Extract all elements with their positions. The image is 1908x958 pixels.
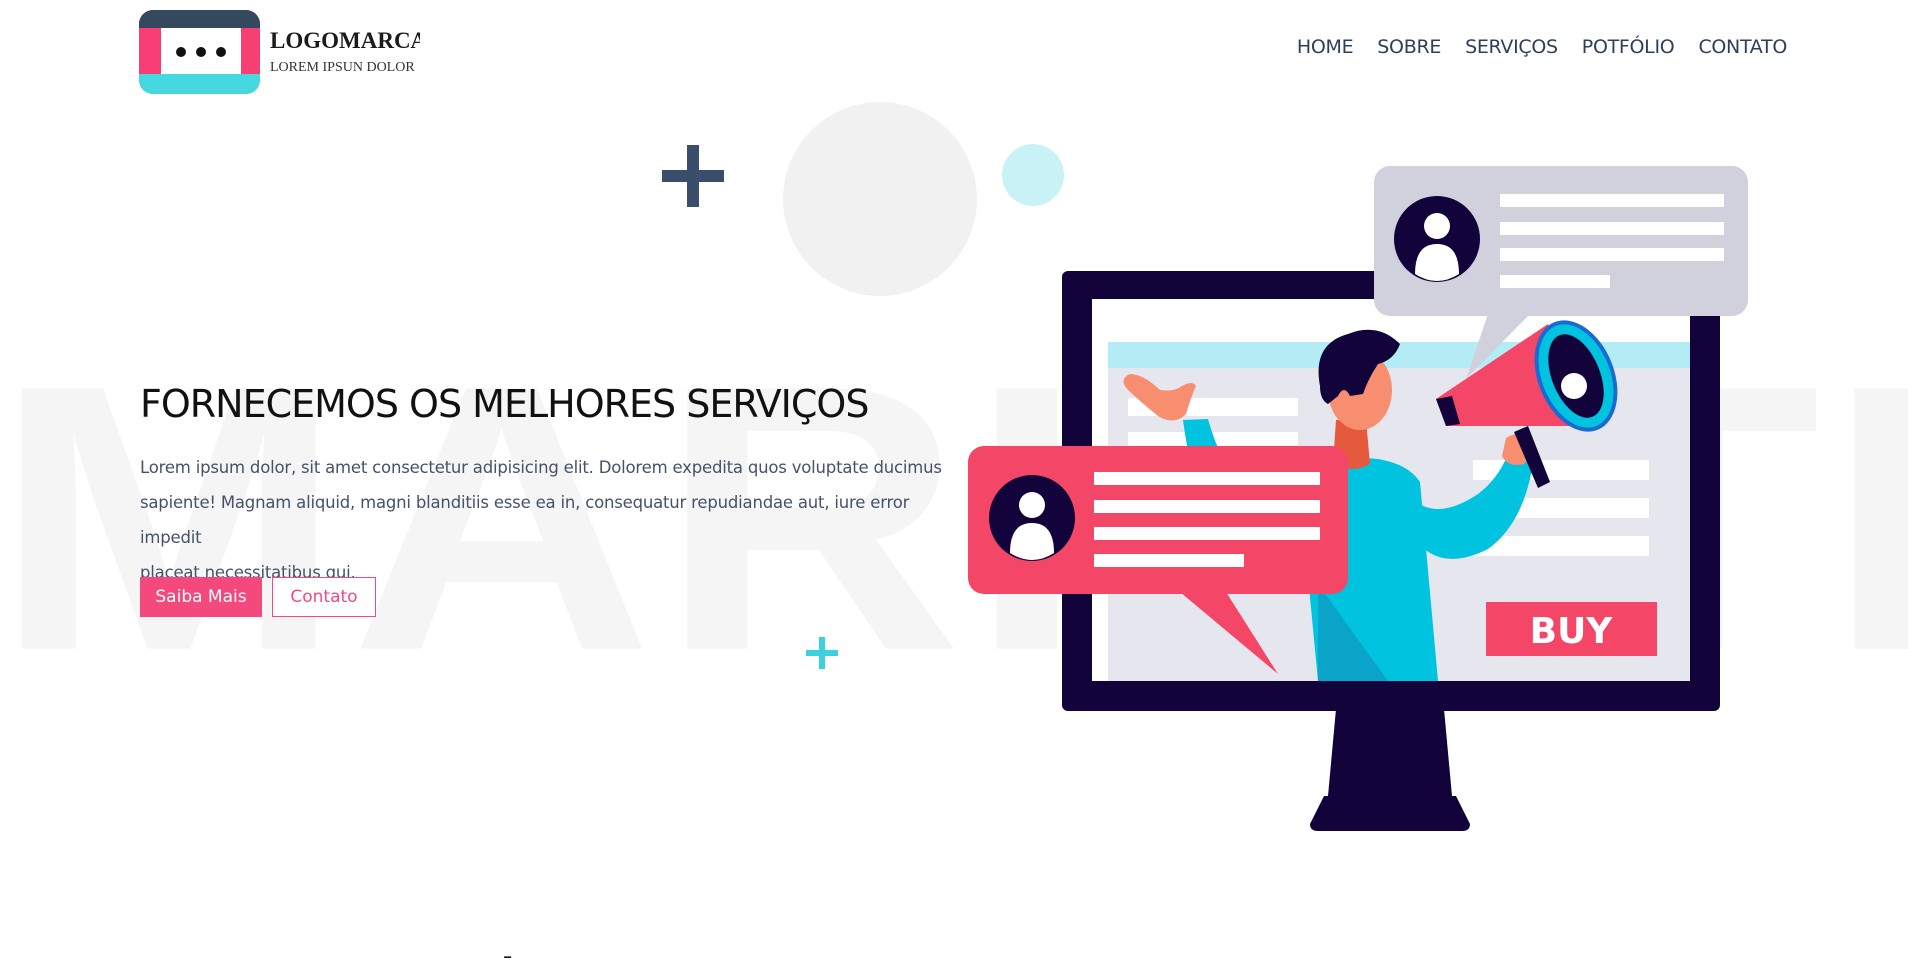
next-section-heading-partial: · bbox=[500, 938, 515, 958]
nav-item-sobre[interactable]: SOBRE bbox=[1377, 36, 1441, 58]
marketing-illustration: BUY bbox=[968, 166, 1748, 831]
buy-label: BUY bbox=[1530, 611, 1614, 652]
contato-button[interactable]: Contato bbox=[272, 577, 376, 617]
plus-decoration-icon bbox=[662, 145, 724, 207]
chat-logo-icon bbox=[139, 10, 260, 94]
hero-description-line: sapiente! Magnam aliquid, magni blanditi… bbox=[140, 493, 910, 547]
nav-item-portfolio[interactable]: POTFÓLIO bbox=[1582, 36, 1675, 58]
hero-title: FORNECEMOS OS MELHORES SERVIÇOS bbox=[140, 382, 869, 426]
nav-item-contato[interactable]: CONTATO bbox=[1698, 36, 1787, 58]
logo[interactable]: LOGOMARCA LOREM IPSUN DOLOR bbox=[139, 10, 429, 96]
nav-item-home[interactable]: HOME bbox=[1297, 36, 1354, 58]
main-nav: HOME SOBRE SERVIÇOS POTFÓLIO CONTATO bbox=[1297, 36, 1787, 58]
nav-item-servicos[interactable]: SERVIÇOS bbox=[1465, 36, 1558, 58]
hero-description-line: Lorem ipsum dolor, sit amet consectetur … bbox=[140, 458, 942, 477]
grey-circle-decoration bbox=[783, 102, 977, 296]
saiba-mais-button[interactable]: Saiba Mais bbox=[140, 577, 262, 617]
logo-title: LOGOMARCA bbox=[270, 28, 420, 53]
landing-page: MARKETING LOGOMARCA LOREM IPSUN DOLOR HO… bbox=[0, 0, 1908, 958]
logo-subtitle: LOREM IPSUN DOLOR bbox=[270, 60, 415, 75]
small-plus-decoration-icon bbox=[806, 637, 838, 669]
hero-description: Lorem ipsum dolor, sit amet consectetur … bbox=[140, 450, 960, 590]
